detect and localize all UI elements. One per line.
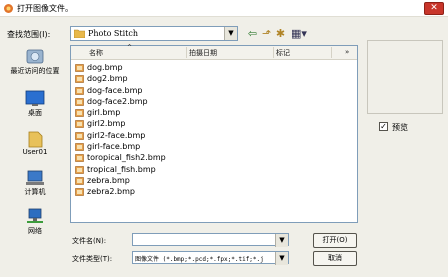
chevron-down-icon[interactable]: ▼ bbox=[224, 27, 237, 40]
bmp-file-icon bbox=[75, 154, 84, 163]
bmp-file-icon bbox=[75, 131, 84, 140]
file-name: zebra2.bmp bbox=[87, 187, 135, 197]
up-folder-icon[interactable]: ⬏ bbox=[260, 27, 273, 40]
file-name: tropical_fish.bmp bbox=[87, 164, 156, 174]
file-list-header: 名称 ^ 拍摄日期 标记 » bbox=[71, 44, 357, 60]
look-in-value: Photo Stitch bbox=[88, 29, 139, 38]
place-computer[interactable]: 计算机 bbox=[4, 169, 66, 197]
file-name: zebra.bmp bbox=[87, 175, 130, 185]
column-divider[interactable] bbox=[273, 47, 274, 58]
filename-label: 文件名(N): bbox=[72, 237, 107, 245]
column-date[interactable]: 拍摄日期 bbox=[189, 48, 217, 58]
computer-icon bbox=[26, 170, 44, 185]
place-label: User01 bbox=[22, 148, 48, 156]
chevron-down-icon[interactable]: ▼ bbox=[275, 252, 288, 265]
column-divider[interactable] bbox=[186, 47, 187, 58]
file-item[interactable]: girl-face.bmp bbox=[75, 141, 166, 152]
new-folder-icon[interactable]: ✱ bbox=[274, 27, 287, 40]
file-item[interactable]: tropical_fish.bmp bbox=[75, 164, 166, 175]
bmp-file-icon bbox=[75, 64, 84, 72]
user-folder-icon bbox=[28, 131, 43, 148]
file-item[interactable]: girl.bmp bbox=[75, 107, 166, 118]
preview-label: 预览 bbox=[392, 123, 408, 132]
network-icon bbox=[27, 208, 43, 223]
open-image-dialog: 打开图像文件。 ✕ 查找范围(I): Photo Stitch ▼ ⇦ ⬏ ✱ … bbox=[0, 0, 448, 277]
filetype-label: 文件类型(T): bbox=[72, 255, 113, 263]
look-in-label: 查找范围(I): bbox=[7, 30, 51, 39]
file-name: dog2.bmp bbox=[87, 74, 128, 84]
folder-icon bbox=[74, 29, 85, 38]
place-label: 最近访问的位置 bbox=[10, 67, 60, 75]
file-name: dog.bmp bbox=[87, 63, 123, 72]
app-icon bbox=[4, 4, 13, 13]
look-in-dropdown[interactable]: Photo Stitch ▼ bbox=[70, 26, 238, 41]
file-item[interactable]: dog.bmp bbox=[75, 62, 166, 73]
place-label: 计算机 bbox=[24, 188, 46, 196]
bmp-file-icon bbox=[75, 177, 84, 185]
preview-checkbox[interactable]: ✓ bbox=[379, 122, 388, 131]
file-item[interactable]: toropical_fish2.bmp bbox=[75, 152, 166, 163]
preview-pane bbox=[367, 40, 443, 114]
file-name: toropical_fish2.bmp bbox=[87, 153, 166, 163]
file-name: girl2.bmp bbox=[87, 119, 126, 129]
file-item[interactable]: girl2.bmp bbox=[75, 118, 166, 129]
bmp-file-icon bbox=[75, 120, 84, 129]
bmp-file-icon bbox=[75, 188, 84, 197]
file-name: dog-face2.bmp bbox=[87, 96, 148, 106]
recent-icon bbox=[26, 49, 44, 64]
file-item[interactable]: dog-face.bmp bbox=[75, 85, 166, 96]
close-button[interactable]: ✕ bbox=[424, 2, 444, 15]
place-label: 网络 bbox=[28, 227, 42, 235]
title-bar: 打开图像文件。 ✕ bbox=[0, 0, 448, 17]
bmp-file-icon bbox=[75, 98, 84, 106]
filename-input[interactable]: ▼ bbox=[132, 233, 289, 247]
bmp-file-icon bbox=[75, 109, 84, 117]
file-list[interactable]: 名称 ^ 拍摄日期 标记 » dog.bmp dog2.bmp dog-face.b… bbox=[70, 44, 358, 223]
bmp-file-icon bbox=[75, 86, 84, 95]
place-label: 桌面 bbox=[28, 109, 42, 117]
file-item[interactable]: girl2-face.bmp bbox=[75, 130, 166, 141]
file-item[interactable]: dog2.bmp bbox=[75, 73, 166, 84]
place-desktop[interactable]: 桌面 bbox=[4, 90, 66, 118]
bmp-file-icon bbox=[75, 143, 84, 151]
place-network[interactable]: 网络 bbox=[4, 208, 66, 236]
columns-more-icon[interactable]: » bbox=[345, 48, 349, 56]
filetype-dropdown[interactable]: 图像文件 (*.bmp;*.pcd;*.fpx;*.tif;*.j ▼ bbox=[132, 251, 289, 265]
place-recent[interactable]: 最近访问的位置 bbox=[4, 48, 66, 76]
chevron-down-icon[interactable]: ▼ bbox=[275, 234, 288, 247]
view-menu-icon[interactable]: ▦▾ bbox=[289, 27, 309, 40]
sort-arrow-icon: ^ bbox=[127, 44, 133, 51]
file-name: girl-face.bmp bbox=[87, 142, 141, 152]
window-title: 打开图像文件。 bbox=[17, 4, 73, 13]
file-item[interactable]: zebra.bmp bbox=[75, 175, 166, 186]
places-bar: 最近访问的位置 桌面 User01 计算机 网络 bbox=[4, 42, 66, 242]
cancel-button[interactable]: 取消 bbox=[313, 251, 357, 266]
column-tags[interactable]: 标记 bbox=[276, 48, 290, 58]
file-name: dog-face.bmp bbox=[87, 85, 143, 95]
place-user[interactable]: User01 bbox=[4, 130, 66, 156]
file-name: girl2-face.bmp bbox=[87, 130, 146, 140]
open-button[interactable]: 打开(O) bbox=[313, 233, 357, 248]
file-item[interactable]: dog-face2.bmp bbox=[75, 96, 166, 107]
column-divider[interactable] bbox=[331, 47, 332, 58]
filetype-value: 图像文件 (*.bmp;*.pcd;*.fpx;*.tif;*.j bbox=[135, 256, 264, 263]
desktop-icon bbox=[25, 90, 45, 106]
file-name: girl.bmp bbox=[87, 108, 121, 118]
file-items: dog.bmp dog2.bmp dog-face.bmp dog-face2.bmp… bbox=[75, 62, 166, 198]
bmp-file-icon bbox=[75, 165, 84, 174]
bmp-file-icon bbox=[75, 75, 84, 84]
file-item[interactable]: zebra2.bmp bbox=[75, 186, 166, 197]
column-name[interactable]: 名称 bbox=[89, 48, 103, 58]
back-icon[interactable]: ⇦ bbox=[246, 27, 259, 40]
